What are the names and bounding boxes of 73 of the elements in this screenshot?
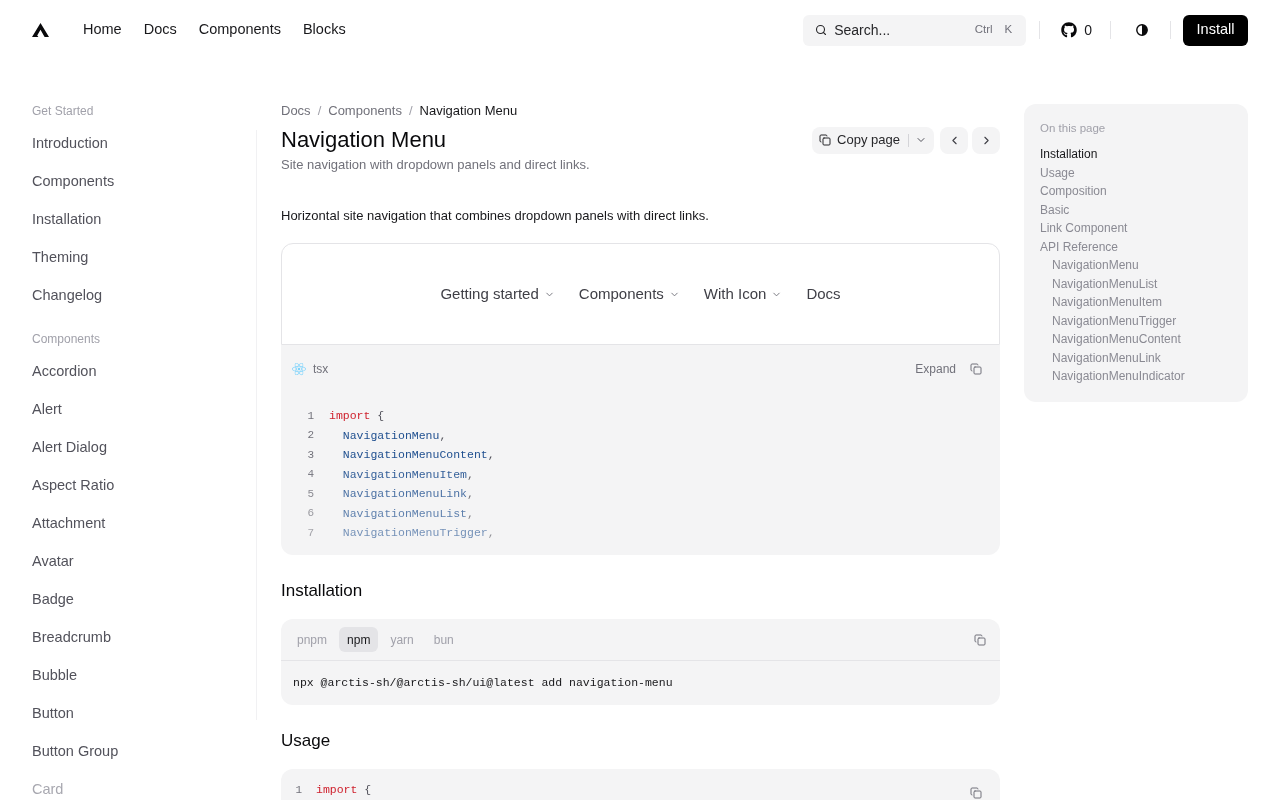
sidebar-link[interactable]: Aspect Ratio	[32, 475, 115, 495]
sidebar-link[interactable]: Alert	[32, 399, 62, 419]
package-manager-tab[interactable]: npm	[339, 627, 379, 652]
sidebar-link[interactable]: Accordion	[32, 361, 97, 381]
github-button[interactable]: 0	[1053, 14, 1100, 46]
copy-icon[interactable]	[974, 633, 986, 646]
sidebar-link[interactable]: Changelog	[32, 285, 103, 305]
code-line: NavigationMenuItem,	[341, 466, 474, 483]
toc-heading: On this page	[1040, 121, 1107, 136]
contrast-icon	[1135, 24, 1148, 36]
line-number: 1	[294, 782, 302, 798]
line-number: 5	[306, 486, 314, 502]
install-command: npx @arctis-sh/@arctis-sh/ui@latest add navigation-menu	[293, 675, 673, 692]
code-line: NavigationMenu,	[341, 427, 447, 444]
code-language: tsx	[313, 361, 329, 378]
sidebar-section-label: Get Started	[32, 103, 95, 119]
path-separator: /	[408, 102, 413, 121]
nav-link[interactable]: Docs	[143, 19, 177, 41]
preview-nav-item[interactable]: Docs	[806, 282, 841, 306]
copy-options-button[interactable]	[908, 126, 934, 154]
sidebar-link[interactable]: Attachment	[32, 513, 106, 533]
toc-link[interactable]: Installation	[1040, 145, 1236, 164]
code-line: NavigationMenuContent,	[341, 447, 495, 464]
intro-paragraph: Horizontal site navigation that combines dropdown panels with direct links.	[281, 207, 710, 225]
sidebar-link[interactable]: Button Group	[32, 741, 119, 761]
preview-nav-item[interactable]: Getting started	[440, 282, 555, 306]
nav-link[interactable]: Components	[198, 19, 281, 41]
sidebar-link[interactable]: Alert Dialog	[32, 437, 107, 457]
code-line: NavigationMenuLink,	[341, 486, 474, 503]
sidebar-section-label: Components	[32, 331, 102, 347]
line-number: 1	[306, 408, 314, 424]
line-number: 2	[306, 428, 314, 443]
preview-nav-item[interactable]: With Icon	[703, 282, 783, 306]
code-line: NavigationMenuList,	[341, 505, 474, 522]
page-path-link[interactable]: Docs	[281, 101, 311, 121]
sidebar-link[interactable]: Bubble	[32, 665, 78, 685]
shortcut-key: K	[1004, 21, 1013, 39]
current-page-label: Navigation Menu	[419, 102, 518, 121]
sidebar-link[interactable]: Installation	[32, 209, 102, 229]
search-icon	[815, 24, 828, 36]
line-number: 3	[306, 447, 314, 463]
code-line: NavigationMenuTrigger,	[341, 525, 495, 542]
nav-link[interactable]: Blocks	[302, 19, 346, 41]
sidebar-link[interactable]: Components	[32, 171, 115, 191]
code-line: import {	[316, 782, 372, 799]
sidebar-link[interactable]: Breadcrumb	[32, 627, 111, 647]
code-line: import {	[329, 408, 385, 425]
page-title: Navigation Menu	[281, 126, 447, 154]
shortcut-key: Ctrl	[974, 21, 993, 39]
page-description: Site navigation with dropdown panels and direct links.	[281, 156, 591, 174]
sidebar-link[interactable]: Avatar	[32, 551, 74, 571]
line-number: 4	[306, 467, 314, 482]
github-icon	[1061, 22, 1078, 38]
line-number: 7	[306, 525, 314, 541]
sidebar-link[interactable]: Button	[32, 703, 74, 723]
copy-icon	[819, 134, 832, 146]
copy-icon[interactable]	[970, 787, 982, 799]
expand-button[interactable]: Expand	[915, 360, 956, 378]
sidebar-link[interactable]: Introduction	[32, 133, 108, 153]
copy-icon[interactable]	[970, 363, 982, 375]
page-path-link[interactable]: Components	[328, 101, 402, 121]
section-heading: Installation	[281, 580, 364, 602]
sidebar-link[interactable]: Theming	[32, 247, 89, 267]
sidebar-link[interactable]: Badge	[32, 589, 74, 609]
nav-link[interactable]: Home	[83, 19, 122, 41]
line-number: 6	[306, 506, 314, 521]
preview-nav-item[interactable]: Components	[578, 282, 680, 306]
path-separator: /	[317, 102, 322, 121]
copy-page-button[interactable]: Copy page	[812, 126, 908, 154]
react-icon	[292, 362, 306, 376]
install-button[interactable]: Install	[1183, 14, 1248, 46]
section-heading: Usage	[281, 730, 332, 752]
logo-icon[interactable]	[32, 23, 49, 37]
